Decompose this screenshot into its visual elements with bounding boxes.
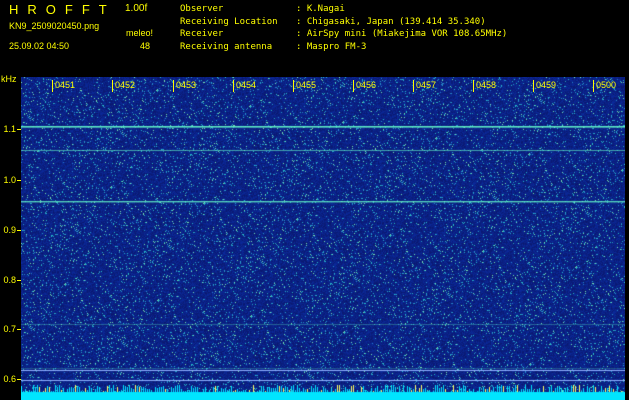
x-tick-0452: 0452 [115, 80, 136, 90]
x-tick-0457: 0457 [416, 80, 437, 90]
program-name: meleo! [126, 28, 154, 38]
date-time: 25.09.02 04:50 [9, 41, 70, 51]
x-tick-mark [112, 80, 113, 92]
x-tick-mark [233, 80, 234, 92]
spectrogram-canvas[interactable] [21, 77, 625, 400]
x-tick-0455: 0455 [296, 80, 317, 90]
x-tick-mark [293, 80, 294, 92]
app-title: HROFFT [9, 2, 116, 17]
x-tick-0454: 0454 [236, 80, 257, 90]
x-tick-mark [52, 80, 53, 92]
frequency-unit-label: kHz [1, 74, 17, 84]
x-tick-mark [473, 80, 474, 92]
station-info: Observer: K.Nagai Receiving Location: Ch… [180, 3, 507, 53]
x-tick-0453: 0453 [176, 80, 197, 90]
x-tick-mark [173, 80, 174, 92]
y-tick-1-0: 1.0 [3, 175, 16, 185]
x-tick-0500: 0500 [596, 80, 617, 90]
file-name: KN9_2509020450.png [9, 21, 100, 31]
y-tick-1-1: 1.1 [3, 124, 16, 134]
info-row-location: Receiving Location: Chigasaki, Japan (13… [180, 16, 486, 27]
y-tick-0-6: 0.6 [3, 374, 16, 384]
x-tick-0459: 0459 [536, 80, 557, 90]
info-row-observer: Observer: K.Nagai [180, 4, 345, 14]
x-tick-0458: 0458 [476, 80, 497, 90]
info-row-receiver: Receiver: AirSpy mini (Miakejima VOR 108… [180, 29, 508, 39]
event-count: 48 [140, 41, 151, 51]
x-tick-0456: 0456 [356, 80, 377, 90]
y-tick-0-7: 0.7 [3, 324, 16, 334]
x-tick-0451: 0451 [55, 80, 76, 90]
x-tick-mark [353, 80, 354, 92]
app-version: 1.00f [125, 3, 148, 14]
header-panel: HROFFT 1.00f KN9_2509020450.png meleo! 2… [0, 0, 629, 76]
x-tick-mark [413, 80, 414, 92]
y-tick-0-9: 0.9 [3, 225, 16, 235]
y-tick-0-8: 0.8 [3, 275, 16, 285]
x-tick-mark [593, 80, 594, 92]
x-tick-mark [533, 80, 534, 92]
info-row-antenna: Receiving antenna: Maspro FM-3 [180, 41, 367, 52]
